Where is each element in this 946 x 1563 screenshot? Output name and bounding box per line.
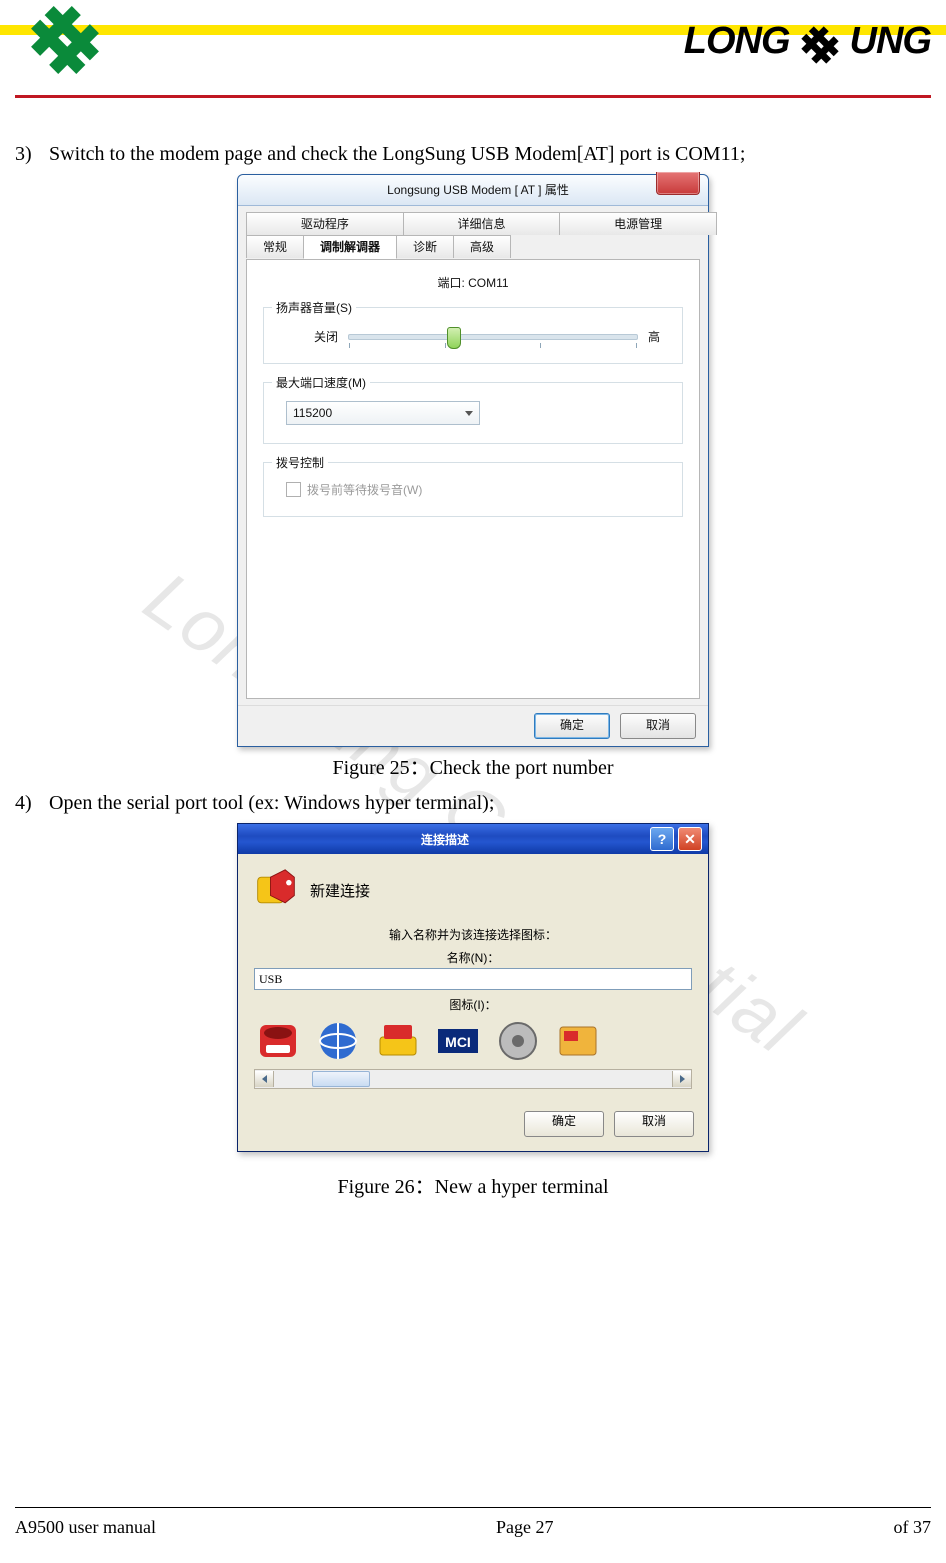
footer-right: of 37 [894,1517,932,1538]
modem-properties-dialog: Longsung USB Modem [ AT ] 属性 驱动程序 详细信息 电… [237,174,709,747]
speaker-volume-title: 扬声器音量(S) [272,299,356,316]
cancel-button[interactable]: 取消 [620,713,696,739]
icon-option-card[interactable] [554,1017,602,1065]
icon-option-dial[interactable] [494,1017,542,1065]
max-port-speed-title: 最大端口速度(M) [272,374,370,391]
scroll-right-icon[interactable] [672,1071,691,1087]
slider-label-high: 高 [648,328,660,345]
brand-mark-icon [798,23,842,67]
footer-center: Page 27 [496,1517,554,1538]
step-4-text: Open the serial port tool (ex: Windows h… [41,792,931,815]
prompt-text: 输入名称并为该连接选择图标： [254,926,692,943]
icon-option-modem[interactable] [374,1017,422,1065]
header-rule [15,95,931,98]
brand-text-right: UNG [850,20,931,62]
port-speed-value: 115200 [293,406,332,420]
dialog-title-text: Longsung USB Modem [ AT ] 属性 [387,183,569,197]
scroll-left-icon[interactable] [255,1071,274,1087]
tab-row-upper: 驱动程序 详细信息 电源管理 [246,212,716,235]
port-speed-select[interactable]: 115200 [286,401,480,425]
tab-advanced[interactable]: 高级 [453,235,511,258]
connection-description-dialog: 连接描述 ? ✕ 新建连接 输入名称并为该连接选择图标： 名称(N)： 图标(I… [237,823,709,1152]
page-footer: A9500 user manual Page 27 of 37 [15,1517,931,1538]
cancel-button[interactable]: 取消 [614,1111,694,1137]
name-label: 名称(N)： [254,949,692,966]
wait-dialtone-checkbox[interactable]: 拨号前等待拨号音(W) [286,481,668,498]
ok-button[interactable]: 确定 [524,1111,604,1137]
step-3-text: Switch to the modem page and check the L… [41,143,931,166]
dial-control-title: 拨号控制 [272,454,328,471]
tab-diagnostics[interactable]: 诊断 [396,235,454,258]
dial-control-group: 拨号控制 拨号前等待拨号音(W) [263,462,683,517]
icon-picker[interactable]: MCI [254,1017,692,1065]
port-label: 端口: COM11 [263,274,683,291]
help-icon[interactable]: ? [650,827,674,851]
chevron-down-icon [465,411,473,416]
brand-logo: LONG UNG [684,20,931,71]
slider-thumb-icon[interactable] [447,327,461,349]
icon-option-phone[interactable] [254,1017,302,1065]
checkbox-icon [286,482,301,497]
svg-text:MCI: MCI [445,1034,471,1050]
volume-slider[interactable] [348,334,638,340]
connection-icon [254,868,298,912]
step-3-number: 3) [15,143,41,166]
tab-power[interactable]: 电源管理 [559,212,717,235]
step-4-number: 4) [15,792,41,815]
max-port-speed-group: 最大端口速度(M) 115200 [263,382,683,444]
xp-titlebar[interactable]: 连接描述 ? ✕ [238,824,708,854]
icon-label: 图标(I)： [254,996,692,1013]
new-connection-heading: 新建连接 [310,880,370,901]
footer-left: A9500 user manual [15,1517,156,1538]
slider-label-off: 关闭 [314,328,338,345]
icon-option-globe[interactable] [314,1017,362,1065]
brand-mark-left [25,0,105,80]
close-icon[interactable] [656,172,700,195]
close-icon[interactable]: ✕ [678,827,702,851]
ok-button[interactable]: 确定 [534,713,610,739]
icon-scrollbar[interactable] [254,1069,692,1089]
brand-text-left: LONG [684,20,790,62]
step-4: 4) Open the serial port tool (ex: Window… [15,792,931,815]
tab-details[interactable]: 详细信息 [403,212,561,235]
connection-name-input[interactable] [254,968,692,990]
scroll-thumb[interactable] [312,1071,370,1087]
figure-26-caption: Figure 26：New a hyper terminal [15,1170,931,1199]
tab-row-lower: 常规 调制解调器 诊断 高级 [246,235,700,259]
speaker-volume-group: 扬声器音量(S) 关闭 高 [263,307,683,364]
tab-driver[interactable]: 驱动程序 [246,212,404,235]
wait-dialtone-label: 拨号前等待拨号音(W) [307,481,422,498]
footer-rule [15,1507,931,1508]
xp-title-text: 连接描述 [244,831,646,848]
icon-option-mci[interactable]: MCI [434,1017,482,1065]
tab-modem[interactable]: 调制解调器 [303,235,397,259]
figure-25-caption: Figure 25：Check the port number [15,751,931,780]
dialog-titlebar[interactable]: Longsung USB Modem [ AT ] 属性 [238,175,708,206]
step-3: 3) Switch to the modem page and check th… [15,143,931,166]
tab-general[interactable]: 常规 [246,235,304,258]
